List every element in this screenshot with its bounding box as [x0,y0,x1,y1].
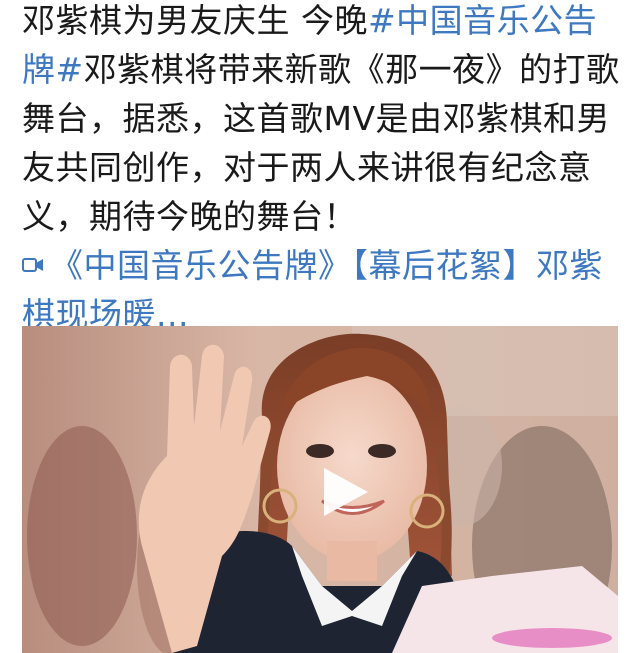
weibo-post: 邓紫棋为男友庆生 今晚#中国音乐公告牌#邓紫棋将带来新歌《那一夜》的打歌舞台，据… [22,0,622,339]
video-camera-icon [22,257,43,272]
video-thumbnail[interactable] [22,326,618,653]
play-icon[interactable] [320,466,370,518]
post-text-part1: 邓紫棋为男友庆生 今晚 [22,1,368,40]
video-link-text: 《中国音乐公告牌》【幕后花絮】邓紫棋现场暖... [22,246,603,334]
video-link[interactable]: 《中国音乐公告牌》【幕后花絮】邓紫棋现场暖... [22,241,622,339]
post-text: 邓紫棋为男友庆生 今晚#中国音乐公告牌#邓紫棋将带来新歌《那一夜》的打歌舞台，据… [22,0,622,241]
post-text-part2: 邓紫棋将带来新歌《那一夜》的打歌舞台，据悉，这首歌MV是由邓紫棋和男友共同创作，… [22,50,620,236]
